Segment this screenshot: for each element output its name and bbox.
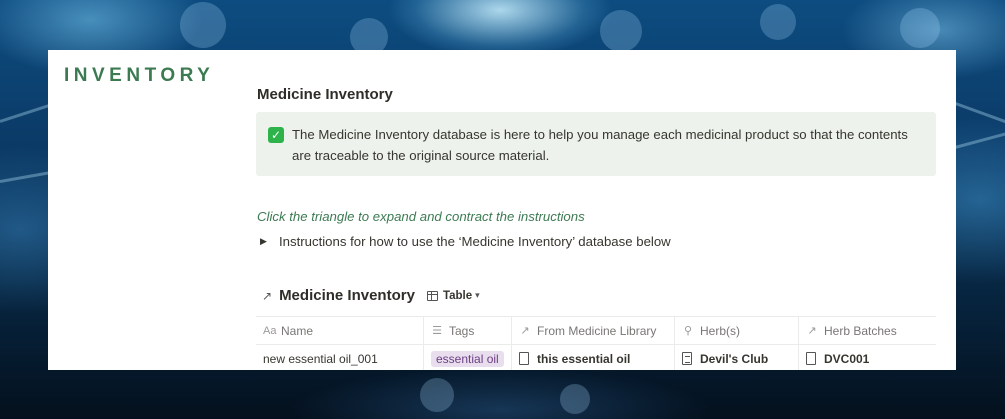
column-header-herbs[interactable]: ⚲ Herb(s) — [675, 317, 799, 344]
cell-from-medicine-library[interactable]: this essential oil — [512, 345, 675, 370]
relation-icon: ↗ — [520, 325, 530, 337]
document-icon — [682, 352, 692, 365]
cell-tags[interactable]: essential oil — [424, 345, 512, 370]
tag-badge[interactable]: essential oil — [431, 350, 504, 367]
sidebar-title: INVENTORY — [64, 65, 215, 86]
column-label: From Medicine Library — [537, 323, 657, 338]
table-row[interactable]: new essential oil_001 essential oil this… — [256, 345, 936, 370]
check-mark-icon: ✓ — [268, 127, 284, 143]
relation-link[interactable]: DVC001 — [824, 352, 869, 366]
column-header-herb-batches[interactable]: ↗ Herb Batches — [799, 317, 936, 344]
list-icon: ☰ — [432, 325, 442, 337]
column-label: Herb(s) — [700, 323, 741, 338]
column-header-from-medicine-library[interactable]: ↗ From Medicine Library — [512, 317, 675, 344]
info-callout: ✓ The Medicine Inventory database is her… — [256, 112, 936, 176]
view-label: Table — [442, 289, 473, 302]
table-icon — [426, 290, 438, 301]
column-label: Tags — [449, 323, 475, 338]
triangle-right-icon[interactable]: ▶ — [260, 236, 272, 247]
relation-link[interactable]: this essential oil — [537, 352, 630, 366]
callout-text: The Medicine Inventory database is here … — [292, 127, 908, 163]
instructions-hint: Click the triangle to expand and contrac… — [257, 209, 585, 224]
page-card: INVENTORY Medicine Inventory ✓ The Medic… — [48, 50, 956, 370]
cell-name[interactable]: new essential oil_001 — [256, 345, 424, 370]
toggle-label[interactable]: Instructions for how to use the ‘Medicin… — [279, 234, 671, 249]
cell-herb-batches[interactable]: DVC001 — [799, 345, 936, 370]
relation-icon: ↗ — [807, 325, 817, 337]
column-header-name[interactable]: Aa Name — [256, 317, 424, 344]
light-beam — [949, 100, 1005, 131]
table-header-row: Aa Name ☰ Tags ↗ From Medicine Library ⚲… — [256, 317, 936, 345]
bokeh-light — [760, 4, 796, 40]
column-label: Herb Batches — [824, 323, 897, 338]
bokeh-light — [560, 384, 590, 414]
table-view-button[interactable]: Table ▾ — [426, 289, 480, 302]
page-icon — [806, 352, 816, 365]
bokeh-light — [180, 2, 226, 48]
bokeh-light — [600, 10, 642, 52]
row-name[interactable]: new essential oil_001 — [263, 352, 378, 366]
bokeh-light — [420, 378, 454, 412]
page-icon — [519, 352, 529, 365]
text-icon: Aa — [263, 324, 277, 337]
database-table: Aa Name ☰ Tags ↗ From Medicine Library ⚲… — [256, 316, 936, 370]
search-icon: ⚲ — [683, 325, 693, 337]
chevron-down-icon: ▾ — [475, 290, 480, 300]
bokeh-light — [900, 8, 940, 48]
column-label: Name — [281, 323, 314, 338]
instructions-toggle[interactable]: ▶ Instructions for how to use the ‘Medic… — [260, 234, 671, 249]
cell-herbs[interactable]: Devil's Club — [675, 345, 799, 370]
column-header-tags[interactable]: ☰ Tags — [424, 317, 512, 344]
arrow-up-right-icon[interactable]: ↗ — [262, 289, 272, 303]
relation-link[interactable]: Devil's Club — [700, 352, 768, 366]
database-title[interactable]: Medicine Inventory — [279, 287, 415, 304]
page-title: Medicine Inventory — [257, 86, 393, 103]
database-header: ↗ Medicine Inventory Table ▾ — [262, 287, 480, 304]
